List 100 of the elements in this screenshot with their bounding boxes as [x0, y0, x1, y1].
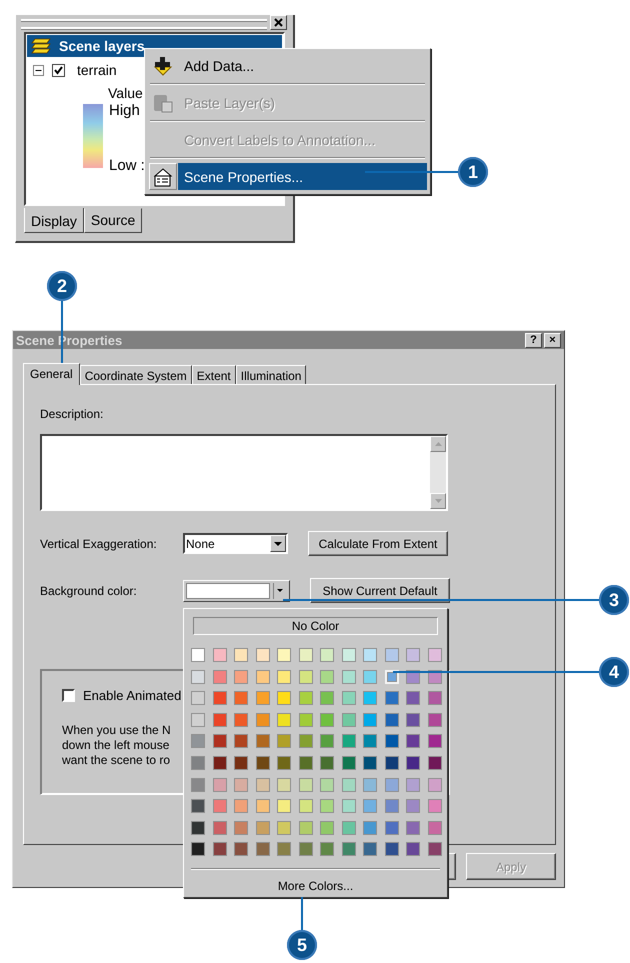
color-swatch[interactable] [363, 712, 377, 727]
color-swatch[interactable] [428, 648, 442, 662]
color-swatch[interactable] [277, 799, 291, 814]
layer-checkbox[interactable] [52, 64, 65, 76]
color-swatch[interactable] [212, 820, 226, 835]
color-swatch[interactable] [342, 799, 356, 814]
panel-tab[interactable]: Display [24, 208, 84, 233]
color-swatch[interactable] [212, 778, 226, 792]
color-swatch[interactable] [212, 842, 226, 856]
color-swatch[interactable] [277, 756, 291, 770]
color-swatch[interactable] [342, 691, 356, 706]
color-swatch[interactable] [363, 734, 377, 748]
color-swatch[interactable] [298, 712, 312, 727]
color-swatch[interactable] [406, 756, 420, 770]
color-swatch[interactable] [277, 734, 291, 748]
color-swatch[interactable] [298, 670, 312, 684]
color-swatch[interactable] [406, 648, 420, 662]
color-swatch[interactable] [256, 648, 270, 662]
color-swatch[interactable] [212, 756, 226, 770]
color-swatch[interactable] [342, 648, 356, 662]
layer-name[interactable]: terrain [77, 62, 117, 78]
color-swatch[interactable] [212, 799, 226, 814]
color-swatch[interactable] [191, 648, 205, 662]
color-swatch[interactable] [363, 691, 377, 706]
color-swatch[interactable] [277, 691, 291, 706]
color-swatch[interactable] [406, 712, 420, 727]
description-field[interactable] [40, 434, 448, 511]
color-swatch[interactable] [212, 648, 226, 662]
scroll-up-button[interactable] [430, 436, 446, 452]
color-swatch[interactable] [406, 820, 420, 835]
color-swatch[interactable] [384, 648, 398, 662]
color-swatch[interactable] [191, 670, 205, 684]
color-swatch[interactable] [191, 734, 205, 748]
color-swatch[interactable] [363, 778, 377, 792]
color-swatch[interactable] [320, 648, 334, 662]
color-swatch[interactable] [320, 734, 334, 748]
color-swatch[interactable] [428, 778, 442, 792]
color-swatch[interactable] [428, 799, 442, 814]
color-swatch[interactable] [256, 756, 270, 770]
color-swatch[interactable] [428, 712, 442, 727]
color-swatch[interactable] [277, 778, 291, 792]
color-swatch[interactable] [342, 842, 356, 856]
title-bar-button[interactable]: ? [525, 332, 542, 348]
color-swatch[interactable] [234, 756, 248, 770]
color-swatch[interactable] [298, 756, 312, 770]
color-swatch[interactable] [212, 734, 226, 748]
color-swatch[interactable] [384, 820, 398, 835]
color-swatch[interactable] [212, 670, 226, 684]
color-swatch[interactable] [406, 778, 420, 792]
color-swatch[interactable] [298, 691, 312, 706]
color-swatch[interactable] [191, 799, 205, 814]
color-swatch[interactable] [406, 799, 420, 814]
color-swatch[interactable] [384, 778, 398, 792]
color-swatch[interactable] [342, 778, 356, 792]
color-swatch[interactable] [428, 734, 442, 748]
panel-tab[interactable]: Source [84, 208, 142, 233]
color-swatch[interactable] [363, 670, 377, 684]
title-bar-button[interactable]: × [544, 332, 561, 348]
color-swatch[interactable] [277, 820, 291, 835]
color-swatch[interactable] [234, 712, 248, 727]
color-swatch[interactable] [384, 734, 398, 748]
color-swatch[interactable] [320, 756, 334, 770]
dialog-tab[interactable]: Extent [192, 365, 236, 384]
color-swatch[interactable] [363, 648, 377, 662]
color-swatch[interactable] [320, 799, 334, 814]
color-swatch[interactable] [428, 756, 442, 770]
color-swatch[interactable] [256, 778, 270, 792]
color-swatch[interactable] [298, 734, 312, 748]
color-swatch[interactable] [384, 842, 398, 856]
color-swatch[interactable] [342, 712, 356, 727]
close-button[interactable] [270, 15, 287, 30]
color-swatch[interactable] [191, 842, 205, 856]
color-swatch[interactable] [406, 842, 420, 856]
color-swatch[interactable] [277, 712, 291, 727]
color-swatch[interactable] [256, 712, 270, 727]
color-swatch[interactable] [234, 820, 248, 835]
exaggeration-dropdown[interactable]: None [183, 533, 288, 554]
gripper-handle[interactable] [21, 19, 267, 29]
color-swatch[interactable] [342, 820, 356, 835]
dialog-tab[interactable]: Coordinate System [80, 365, 192, 384]
color-swatch[interactable] [234, 670, 248, 684]
color-swatch[interactable] [234, 691, 248, 706]
color-swatch[interactable] [234, 778, 248, 792]
color-swatch[interactable] [191, 712, 205, 727]
color-swatch[interactable] [234, 842, 248, 856]
color-swatch[interactable] [342, 756, 356, 770]
color-swatch[interactable] [428, 842, 442, 856]
color-swatch[interactable] [406, 691, 420, 706]
color-swatch[interactable] [191, 778, 205, 792]
color-swatch[interactable] [384, 691, 398, 706]
color-swatch[interactable] [212, 712, 226, 727]
color-swatch[interactable] [256, 670, 270, 684]
color-swatch[interactable] [363, 799, 377, 814]
color-swatch[interactable] [256, 734, 270, 748]
color-swatch[interactable] [384, 799, 398, 814]
collapse-icon[interactable] [33, 64, 44, 76]
show-default-button[interactable]: Show Current Default [310, 578, 450, 603]
color-swatch[interactable] [256, 820, 270, 835]
color-swatch[interactable] [277, 648, 291, 662]
color-swatch[interactable] [212, 691, 226, 706]
